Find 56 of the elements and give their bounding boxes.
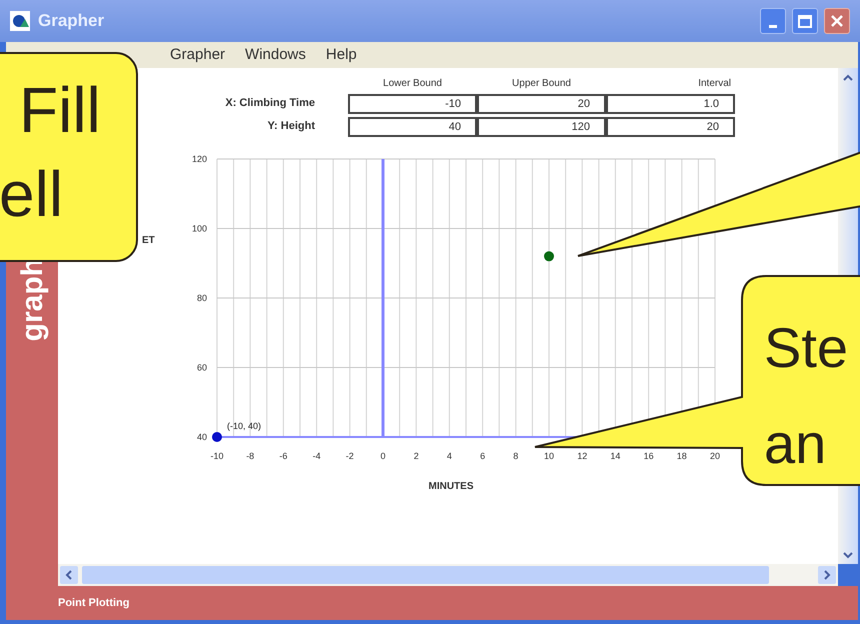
axis-tick-label: -6	[279, 451, 288, 461]
callout-text: ell	[0, 157, 64, 232]
axis-tick-label: -8	[246, 451, 254, 461]
maximize-icon	[798, 14, 812, 28]
axis-tick-label: 100	[192, 224, 207, 234]
axis-tick-label: 18	[676, 451, 687, 461]
axis-tick-label: 0	[380, 451, 386, 461]
minimize-button[interactable]	[760, 8, 786, 34]
column-header: Interval	[697, 77, 732, 91]
axis-tick-label: -10	[210, 451, 224, 461]
scroll-thumb[interactable]	[82, 566, 769, 584]
close-icon	[830, 14, 844, 28]
axis-tick-label: 60	[196, 362, 207, 372]
row-label: X: Climbing Time	[224, 96, 316, 111]
axis-tick-label: -2	[346, 451, 354, 461]
bound-field[interactable]: 120	[477, 117, 606, 137]
bound-field[interactable]: 20	[477, 94, 606, 114]
axis-tick-label: 12	[577, 451, 588, 461]
maximize-button[interactable]	[792, 8, 818, 34]
axis-tick-label: 120	[192, 154, 207, 164]
bound-field[interactable]: 20	[606, 117, 735, 137]
axis-tick-label: 16	[644, 451, 654, 461]
axis-tick-label: 6	[480, 451, 486, 461]
menu-item[interactable]: Windows	[245, 44, 306, 66]
bound-field[interactable]: 1.0	[606, 94, 735, 114]
callout-text: Ste	[764, 315, 848, 381]
axis-tick-label: -4	[312, 451, 321, 461]
menu-item[interactable]: Help	[326, 44, 357, 66]
app-icon	[10, 11, 30, 31]
point-label: (-10, 40)	[227, 421, 262, 431]
axis-tick-label: 4	[446, 451, 452, 461]
close-button[interactable]	[824, 8, 850, 34]
axis-tick-label: 80	[196, 293, 207, 303]
axis-tick-label: 2	[414, 451, 419, 461]
window-title: Grapher	[38, 10, 104, 32]
callout-text: Fill	[19, 73, 102, 148]
column-header: Upper Bound	[511, 77, 572, 91]
menu-item[interactable]: Grapher	[170, 44, 226, 66]
axis-label: MINUTES	[428, 481, 474, 492]
scroll-left-icon[interactable]	[60, 566, 78, 584]
axis-label: ET	[142, 235, 155, 246]
bound-field[interactable]: -10	[348, 94, 477, 114]
minimize-icon	[769, 25, 777, 28]
axis-tick-label: 14	[610, 451, 620, 461]
sidebar-logo: graph	[14, 258, 50, 342]
status-text: Point Plotting	[58, 596, 130, 611]
horizontal-scrollbar[interactable]	[58, 564, 838, 586]
axis-tick-label: 40	[196, 432, 207, 442]
row-label: Y: Height	[266, 119, 316, 134]
axis-tick-label: 10	[544, 451, 554, 461]
axis-tick-label: 20	[710, 451, 720, 461]
scroll-right-icon[interactable]	[818, 566, 836, 584]
callout-text: an	[764, 411, 828, 477]
bound-field[interactable]: 40	[348, 117, 477, 137]
axis-tick-label: 8	[513, 451, 518, 461]
column-header: Lower Bound	[382, 77, 443, 91]
